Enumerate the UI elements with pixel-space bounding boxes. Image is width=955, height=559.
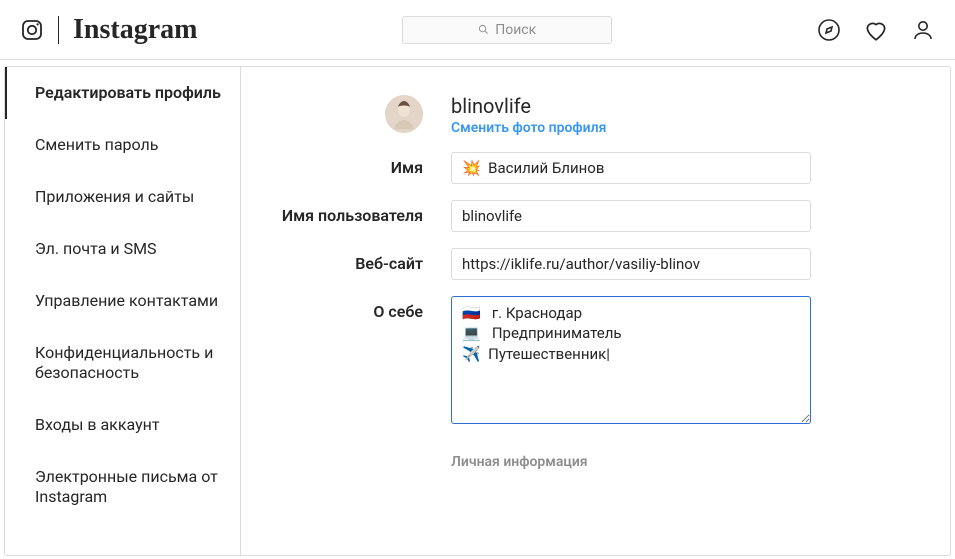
bio-textarea[interactable] [451,296,811,424]
settings-card: Редактировать профиль Сменить пароль При… [4,66,951,556]
instagram-wordmark[interactable]: Instagram [73,14,197,46]
username-input[interactable] [451,200,811,232]
instagram-glyph-icon[interactable] [20,18,44,42]
profile-icon[interactable] [911,18,935,42]
website-input[interactable] [451,248,811,280]
explore-icon[interactable] [817,18,841,42]
label-username: Имя пользователя [281,200,451,225]
name-input[interactable] [451,152,811,184]
sidebar-item-change-password[interactable]: Сменить пароль [5,119,240,171]
sidebar-item-emails[interactable]: Электронные письма от Instagram [5,451,240,523]
top-bar: Instagram Поиск [0,0,955,60]
sidebar-item-edit-profile[interactable]: Редактировать профиль [5,67,240,119]
label-bio: О себе [281,296,451,321]
nav-icons [817,17,935,43]
sidebar-item-contacts[interactable]: Управление контактами [5,275,240,327]
settings-sidebar: Редактировать профиль Сменить пароль При… [5,67,241,555]
label-website: Веб-сайт [281,248,451,273]
sidebar-item-login-activity[interactable]: Входы в аккаунт [5,399,240,451]
edit-profile-form: blinovlife Сменить фото профиля Имя Имя … [241,67,950,555]
search-input[interactable]: Поиск [402,16,612,44]
brand: Instagram [20,14,197,46]
personal-info-heading: Личная информация [451,454,811,470]
search-placeholder: Поиск [495,22,536,38]
sidebar-item-apps[interactable]: Приложения и сайты [5,171,240,223]
activity-heart-icon[interactable] [863,17,889,43]
sidebar-item-privacy[interactable]: Конфиденциальность и безопасность [5,327,240,399]
profile-username-heading: blinovlife [451,95,811,117]
label-name: Имя [281,152,451,177]
avatar[interactable] [385,95,423,133]
search-icon [478,24,489,35]
change-photo-link[interactable]: Сменить фото профиля [451,120,606,136]
brand-divider [58,16,59,44]
sidebar-item-email-sms[interactable]: Эл. почта и SMS [5,223,240,275]
